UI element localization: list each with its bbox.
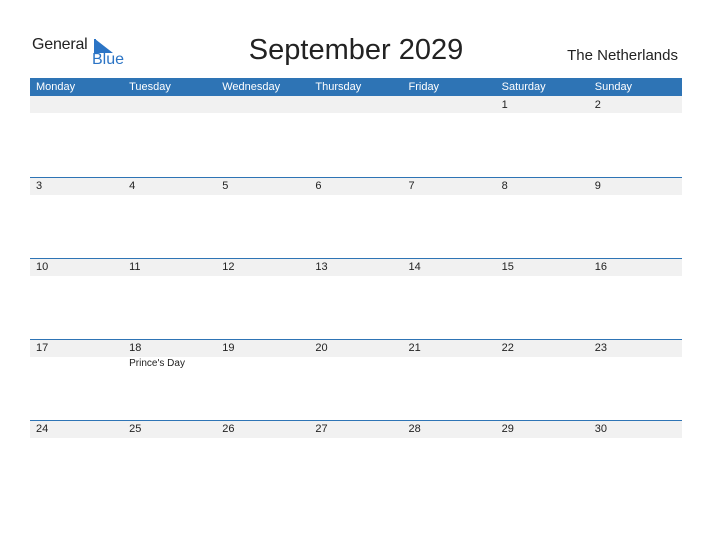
day-number: 10: [36, 261, 49, 273]
weekday-sunday: Sunday: [594, 81, 633, 93]
day-number: 3: [36, 180, 43, 192]
day-number: 8: [501, 180, 508, 192]
day-cell: 20: [309, 339, 402, 420]
week-row: 12: [30, 96, 682, 177]
day-cell: 15: [496, 258, 589, 339]
day-cell: 28: [403, 420, 496, 501]
day-number: 4: [129, 180, 136, 192]
day-cell: 14: [403, 258, 496, 339]
day-cell: 23: [589, 339, 682, 420]
day-number: 15: [501, 261, 514, 273]
weekday-thursday: Thursday: [315, 81, 362, 93]
day-cell: 2: [589, 96, 682, 177]
day-cell: [216, 96, 309, 177]
day-number: 9: [594, 180, 601, 192]
week-row: 3 4 5 6 7 8 9: [30, 177, 682, 258]
weekday-wednesday: Wednesday: [222, 81, 281, 93]
day-cell: 10: [30, 258, 123, 339]
day-cell: 6: [309, 177, 402, 258]
day-cell: 22: [496, 339, 589, 420]
day-number: 11: [129, 261, 141, 273]
day-number: 6: [315, 180, 322, 192]
country-label: The Netherlands: [567, 47, 678, 64]
day-cell: [403, 96, 496, 177]
day-cell: 5: [216, 177, 309, 258]
day-cell: 12: [216, 258, 309, 339]
day-number: 21: [408, 342, 421, 354]
day-number: 17: [36, 342, 49, 354]
weekday-friday: Friday: [408, 81, 440, 93]
day-cell: 30: [589, 420, 682, 501]
day-cell: 3: [30, 177, 123, 258]
day-number: 25: [129, 423, 142, 435]
weekday-saturday: Saturday: [501, 81, 546, 93]
day-number: 24: [36, 423, 49, 435]
day-cell: 18 Prince's Day: [123, 339, 216, 420]
day-cell: 29: [496, 420, 589, 501]
day-number: 7: [408, 180, 415, 192]
day-cell: [30, 96, 123, 177]
weekday-header: Monday Tuesday Wednesday Thursday Friday…: [30, 78, 682, 96]
day-cell: 26: [216, 420, 309, 501]
day-cell: 17: [30, 339, 123, 420]
day-number: 19: [222, 342, 235, 354]
day-number: 27: [315, 423, 328, 435]
day-cell: 25: [123, 420, 216, 501]
week-row: 17 18 Prince's Day 19 20 21 22 23: [30, 339, 682, 420]
weekday-tuesday: Tuesday: [129, 81, 171, 93]
day-number: 13: [315, 261, 328, 273]
day-number: 5: [222, 180, 229, 192]
day-cell: 9: [589, 177, 682, 258]
week-row: 10 11 12 13 14 15 16: [30, 258, 682, 339]
day-number: 16: [594, 261, 607, 273]
day-cell: [309, 96, 402, 177]
week-row: 24 25 26 27 28 29 30: [30, 420, 682, 501]
day-number: 12: [222, 261, 235, 273]
day-number: 30: [594, 423, 607, 435]
day-cell: 4: [123, 177, 216, 258]
day-cell: 11: [123, 258, 216, 339]
day-cell: 1: [496, 96, 589, 177]
day-number: 1: [501, 99, 508, 111]
weekday-monday: Monday: [36, 81, 76, 93]
day-cell: 13: [309, 258, 402, 339]
day-cell: [123, 96, 216, 177]
day-number: 14: [408, 261, 421, 273]
day-number: 29: [501, 423, 514, 435]
day-number: 2: [594, 99, 601, 111]
day-cell: 21: [403, 339, 496, 420]
day-cell: 8: [496, 177, 589, 258]
day-number: 28: [408, 423, 421, 435]
day-cell: 27: [309, 420, 402, 501]
day-number: 26: [222, 423, 235, 435]
holiday-label: Prince's Day: [129, 358, 185, 369]
day-cell: 16: [589, 258, 682, 339]
day-number: 20: [315, 342, 328, 354]
day-number: 23: [594, 342, 607, 354]
day-cell: 7: [403, 177, 496, 258]
day-number: 22: [501, 342, 514, 354]
day-number: 18: [129, 342, 142, 354]
day-cell: 19: [216, 339, 309, 420]
day-cell: 24: [30, 420, 123, 501]
